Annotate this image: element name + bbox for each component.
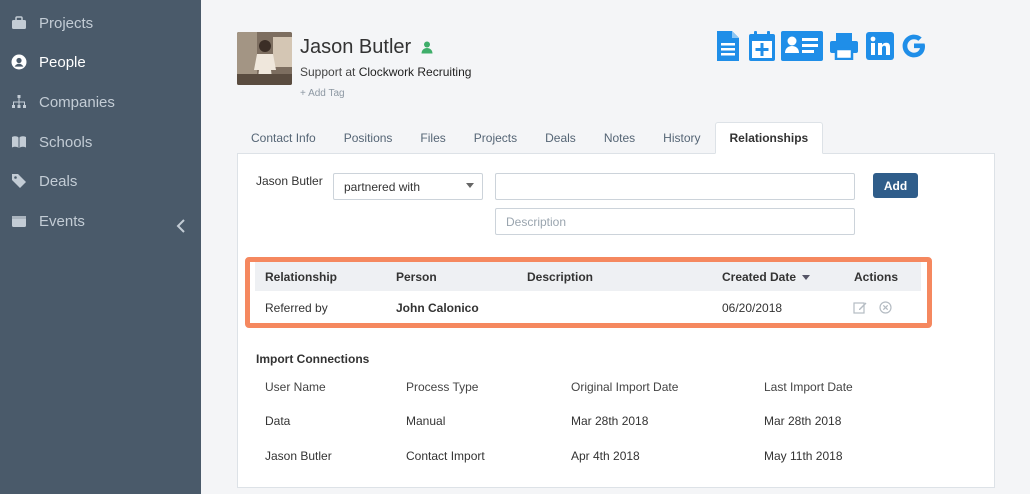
person-search-input[interactable]	[495, 173, 855, 200]
relationship-subject: Jason Butler	[256, 174, 323, 188]
relation-type-select[interactable]: partnered with	[333, 173, 483, 200]
description-input[interactable]	[495, 208, 855, 235]
import-row-last: Mar 28th 2018	[764, 414, 842, 428]
chevron-left-icon	[176, 218, 186, 238]
tab-positions[interactable]: Positions	[330, 122, 407, 154]
hierarchy-icon	[10, 93, 28, 111]
linkedin-icon	[866, 31, 894, 65]
tab-projects[interactable]: Projects	[460, 122, 531, 154]
import-row-original: Apr 4th 2018	[571, 449, 640, 463]
import-header-last: Last Import Date	[764, 380, 853, 394]
row-person-link[interactable]: John Calonico	[396, 301, 479, 315]
company-link[interactable]: Clockwork Recruiting	[359, 65, 472, 79]
sort-desc-icon	[802, 274, 811, 280]
sidebar-item-deals[interactable]: Deals	[0, 161, 201, 201]
import-row-user: Data	[265, 414, 291, 428]
relationships-panel: Jason Butler partnered with Add Relation…	[237, 153, 995, 488]
calendar-add-icon	[747, 30, 777, 67]
sidebar-item-label: Companies	[39, 93, 115, 111]
person-circle-icon	[10, 53, 28, 71]
sidebar-item-label: Deals	[39, 172, 78, 190]
google-icon	[900, 32, 928, 65]
linkedin-button[interactable]	[863, 31, 897, 65]
tab-files[interactable]: Files	[406, 122, 459, 154]
document-icon	[715, 30, 741, 67]
table-row: Referred by John Calonico 06/20/2018	[255, 291, 921, 325]
import-connections-title: Import Connections	[256, 352, 370, 366]
tab-notes[interactable]: Notes	[590, 122, 649, 154]
person-status-icon	[421, 41, 433, 54]
sidebar-collapse-button[interactable]	[173, 217, 189, 239]
row-relationship: Referred by	[265, 301, 328, 315]
import-header-original: Original Import Date	[571, 380, 679, 394]
tab-relationships[interactable]: Relationships	[714, 122, 824, 154]
tab-deals[interactable]: Deals	[531, 122, 590, 154]
sidebar-item-label: Projects	[39, 14, 94, 32]
import-header-user: User Name	[265, 380, 326, 394]
profile-role: Support at Clockwork Recruiting	[300, 65, 471, 79]
add-relationship-button[interactable]: Add	[873, 173, 918, 198]
row-actions	[853, 301, 892, 314]
briefcase-icon	[10, 14, 28, 32]
col-relationship[interactable]: Relationship	[265, 270, 337, 284]
sidebar-item-label: Events	[39, 212, 85, 230]
import-row-original: Mar 28th 2018	[571, 414, 649, 428]
sidebar-item-companies[interactable]: Companies	[0, 82, 201, 122]
sidebar-item-projects[interactable]: Projects	[0, 3, 201, 43]
col-person[interactable]: Person	[396, 270, 437, 284]
tab-history[interactable]: History	[649, 122, 714, 154]
col-actions: Actions	[854, 269, 899, 284]
main-content: Jason Butler Support at Clockwork Recrui…	[201, 0, 1030, 494]
tab-contact-info[interactable]: Contact Info	[237, 122, 330, 154]
relationships-table: Relationship Person Description Created …	[255, 262, 921, 325]
contact-card-icon	[781, 30, 823, 66]
import-row-user: Jason Butler	[265, 449, 332, 463]
calendar-icon	[10, 212, 28, 230]
import-row-last: May 11th 2018	[764, 449, 843, 463]
google-button[interactable]	[897, 31, 931, 65]
print-button[interactable]	[825, 31, 863, 65]
printer-icon	[829, 32, 859, 65]
profile-name: Jason Butler	[300, 36, 433, 59]
profile-name-text: Jason Butler	[300, 36, 412, 58]
role-prefix: Support at	[300, 65, 356, 79]
contact-card-button[interactable]	[779, 30, 825, 66]
row-created-date: 06/20/2018	[722, 301, 783, 315]
profile-actions	[711, 30, 931, 67]
col-created-date-label: Created Date	[722, 269, 797, 284]
caret-down-icon	[466, 183, 474, 188]
import-row-process: Manual	[406, 414, 446, 428]
document-button[interactable]	[711, 30, 745, 67]
tag-icon	[10, 172, 28, 190]
table-header: Relationship Person Description Created …	[255, 262, 921, 291]
edit-icon[interactable]	[853, 301, 867, 314]
book-icon	[10, 133, 28, 151]
import-header-process: Process Type	[406, 380, 479, 394]
sidebar-item-events[interactable]: Events	[0, 201, 201, 241]
delete-icon[interactable]	[879, 301, 892, 314]
col-description[interactable]: Description	[527, 270, 593, 284]
profile-tabs: Contact Info Positions Files Projects De…	[237, 122, 824, 154]
col-created-date[interactable]: Created Date	[722, 269, 811, 284]
add-tag-link[interactable]: + Add Tag	[300, 88, 345, 99]
sidebar: Projects People Companies Schools Deals …	[0, 0, 201, 494]
import-row-process: Contact Import	[406, 449, 485, 463]
sidebar-item-people[interactable]: People	[0, 42, 201, 82]
sidebar-item-schools[interactable]: Schools	[0, 122, 201, 162]
sidebar-item-label: Schools	[39, 133, 93, 151]
avatar	[237, 32, 292, 85]
add-event-button[interactable]	[745, 30, 779, 67]
relation-type-value: partnered with	[344, 179, 421, 194]
sidebar-item-label: People	[39, 53, 86, 71]
